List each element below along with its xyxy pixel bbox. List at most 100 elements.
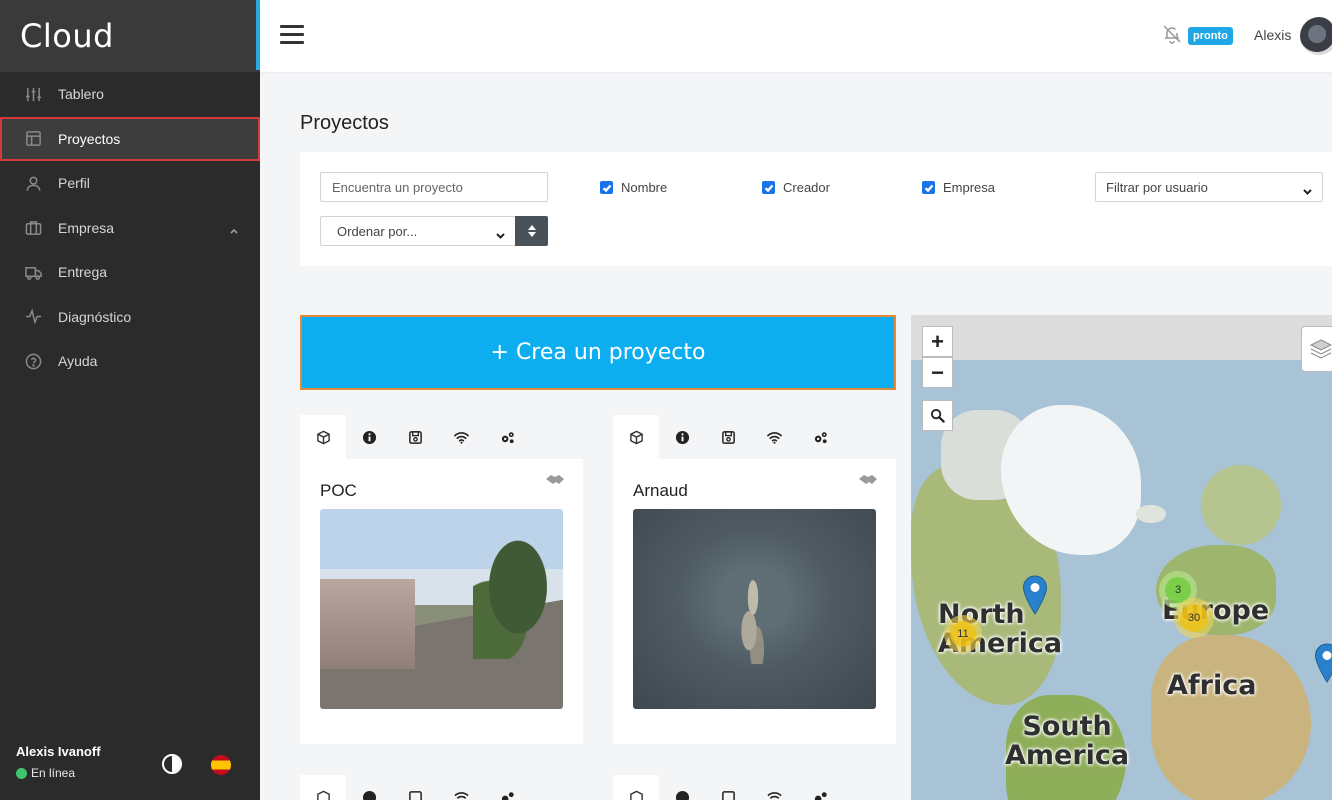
tab-info[interactable] (346, 775, 392, 800)
tab-connectivity[interactable] (438, 775, 484, 800)
chevron-down-icon (496, 228, 505, 239)
save-icon (721, 430, 735, 444)
sidebar-item-label: Perfil (58, 175, 90, 192)
project-thumbnail[interactable] (320, 509, 563, 709)
project-card[interactable]: Arnaud (613, 459, 896, 744)
sidebar-nav: Tablero Proyectos Perfil Empresa Entrega… (0, 72, 260, 384)
avatar[interactable] (1300, 17, 1332, 55)
tab-model[interactable] (613, 415, 659, 459)
sidebar-item-label: Tablero (58, 86, 104, 103)
tab-model[interactable] (300, 415, 346, 459)
map-cluster[interactable]: 11 (944, 615, 982, 653)
info-icon (362, 790, 376, 800)
online-dot-icon (16, 767, 27, 779)
user-filter-value: Filtrar por usuario (1106, 179, 1208, 195)
checkbox-checked-icon[interactable] (922, 181, 935, 194)
tab-storage[interactable] (705, 415, 751, 459)
tab-settings[interactable] (484, 775, 530, 800)
map-land (1151, 635, 1311, 800)
handshake-icon (545, 473, 565, 487)
checkbox-empresa[interactable]: Empresa (922, 180, 995, 195)
sort-value: Ordenar por... (337, 223, 418, 239)
wifi-icon (766, 431, 782, 444)
sidebar-item-entrega[interactable]: Entrega (0, 250, 260, 295)
create-project-button[interactable]: + Crea un proyecto (300, 315, 896, 390)
search-input[interactable] (320, 172, 548, 202)
sidebar-item-perfil[interactable]: Perfil (0, 161, 260, 206)
sidebar-item-tablero[interactable]: Tablero (0, 72, 260, 117)
map-cluster[interactable]: 30 (1174, 598, 1214, 638)
map-tile-empty (911, 315, 1332, 360)
sliders-icon (24, 85, 42, 103)
project-thumbnail[interactable] (633, 509, 876, 709)
checkbox-nombre[interactable]: Nombre (600, 180, 667, 195)
brand-logo[interactable]: Cloud (0, 0, 260, 72)
tab-info[interactable] (346, 415, 392, 459)
map-label-africa: Africa (1167, 670, 1257, 701)
project-card[interactable]: POC (300, 459, 583, 744)
status-badge: pronto (1188, 27, 1233, 45)
checkbox-checked-icon[interactable] (600, 181, 613, 194)
map-land (1136, 505, 1166, 523)
topbar: pronto Alexis (260, 0, 1332, 72)
sidebar: Cloud Tablero Proyectos Perfil Empresa E… (0, 0, 260, 800)
map-search-button[interactable] (922, 400, 953, 431)
sort-select[interactable]: Ordenar por... (320, 216, 516, 246)
online-status: En línea (16, 766, 75, 780)
save-icon (721, 790, 735, 800)
cube-icon (629, 790, 643, 800)
help-icon (24, 352, 42, 370)
project-card-tabs (300, 775, 530, 800)
sort-direction-button[interactable] (515, 216, 548, 246)
page-title: Proyectos (300, 112, 389, 134)
checkbox-checked-icon[interactable] (762, 181, 775, 194)
zoom-out-button[interactable]: − (922, 357, 953, 388)
sort-icon (527, 225, 536, 237)
sidebar-item-empresa[interactable]: Empresa (0, 206, 260, 251)
topbar-user-name[interactable]: Alexis (1254, 27, 1291, 43)
tab-storage[interactable] (705, 775, 751, 800)
tab-connectivity[interactable] (751, 415, 797, 459)
user-filter-select[interactable]: Filtrar por usuario (1095, 172, 1323, 202)
checkbox-creador[interactable]: Creador (762, 180, 830, 195)
tab-info[interactable] (659, 415, 705, 459)
tab-info[interactable] (659, 775, 705, 800)
sidebar-item-proyectos[interactable]: Proyectos (0, 116, 260, 161)
project-title[interactable]: Arnaud (633, 481, 688, 501)
menu-icon[interactable] (280, 25, 304, 45)
tab-model[interactable] (300, 775, 346, 800)
gears-icon (814, 431, 827, 443)
map-marker-icon[interactable] (1022, 575, 1048, 615)
project-title[interactable]: POC (320, 481, 357, 501)
map-marker-icon[interactable] (1314, 643, 1332, 683)
tab-storage[interactable] (392, 415, 438, 459)
sidebar-item-ayuda[interactable]: Ayuda (0, 339, 260, 384)
info-icon (675, 430, 689, 444)
layers-button[interactable] (1301, 326, 1332, 372)
search-icon (930, 408, 945, 423)
chevron-up-icon[interactable] (230, 222, 238, 234)
wifi-icon (453, 431, 469, 444)
bell-off-icon[interactable] (1162, 24, 1182, 44)
zoom-in-button[interactable]: + (922, 326, 953, 357)
sidebar-item-label: Entrega (58, 264, 108, 281)
spain-flag-icon[interactable] (211, 755, 231, 775)
tab-model[interactable] (613, 775, 659, 800)
activity-icon (24, 308, 42, 326)
tab-settings[interactable] (797, 415, 843, 459)
tab-settings[interactable] (797, 775, 843, 800)
projects-map[interactable]: North America Europe Africa South Americ… (911, 315, 1332, 800)
sidebar-item-diagnostico[interactable]: Diagnóstico (0, 295, 260, 340)
tab-connectivity[interactable] (438, 415, 484, 459)
contrast-icon[interactable] (162, 754, 182, 774)
tab-connectivity[interactable] (751, 775, 797, 800)
tab-settings[interactable] (484, 415, 530, 459)
map-land (1201, 465, 1281, 545)
project-card-tabs (613, 415, 843, 459)
tab-storage[interactable] (392, 775, 438, 800)
sidebar-user-name: Alexis Ivanoff (16, 744, 101, 759)
gears-icon (501, 431, 514, 443)
map-label-south-america: South America (1005, 711, 1130, 771)
checkbox-label: Creador (783, 180, 830, 195)
project-card-tabs (300, 415, 530, 459)
